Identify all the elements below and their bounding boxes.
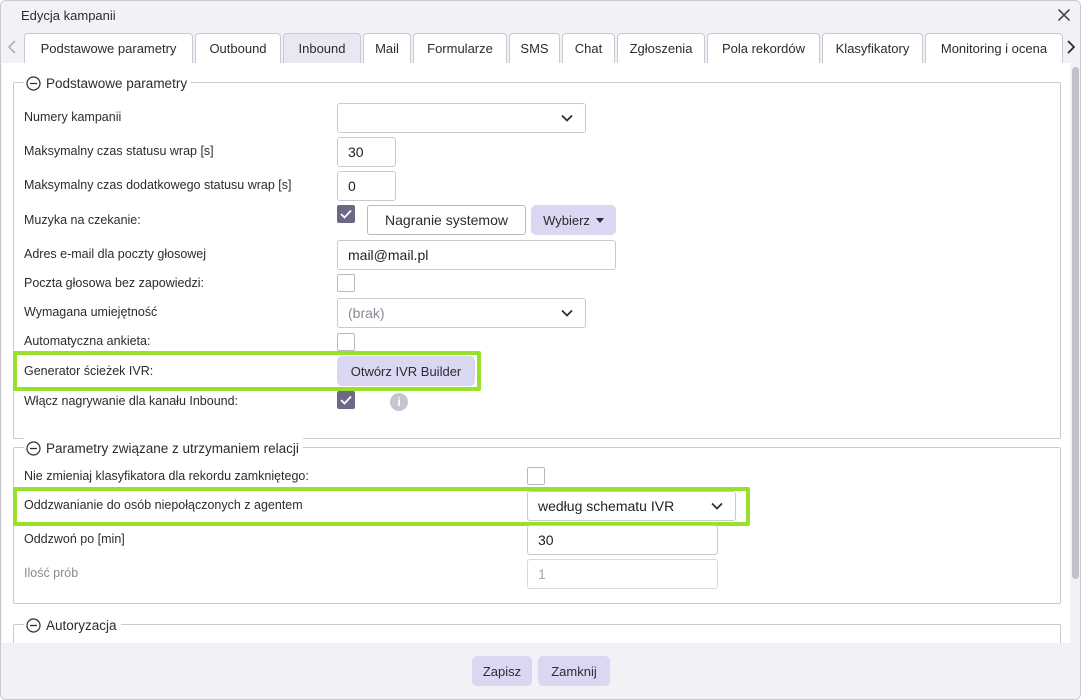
section-relations-title: Parametry związane z utrzymaniem relacji (46, 440, 299, 456)
wybierz-button[interactable]: Wybierz (531, 205, 616, 235)
section-relations-legend: Parametry związane z utrzymaniem relacji (24, 438, 303, 458)
oddzwon-input[interactable]: 30 (527, 525, 718, 555)
oddzwanianie-select[interactable]: według schematu IVR (527, 491, 736, 521)
chevron-down-icon (711, 502, 723, 510)
section-authorization: Autoryzacja (13, 615, 1061, 643)
section-basic-legend: Podstawowe parametry (24, 73, 192, 93)
poczta-checkbox[interactable] (337, 274, 355, 292)
ivr-generator-label: Generator ścieżek IVR: (24, 364, 154, 378)
scrollbar-thumb[interactable] (1072, 67, 1079, 579)
wrap-extra-time-label: Maksymalny czas dodatkowego statusu wrap… (24, 178, 292, 192)
numery-kampanii-label: Numery kampanii (24, 110, 122, 124)
dialog-titlebar: Edycja kampanii (1, 1, 1080, 31)
ankieta-label: Automatyczna ankieta: (24, 334, 151, 348)
oddzwanianie-label: Oddzwanianie do osób niepołączonych z ag… (24, 498, 303, 512)
tab-klasyfikatory[interactable]: Klasyfikatory (822, 33, 923, 63)
klasyfikator-checkbox[interactable] (527, 467, 545, 485)
campaign-edit-dialog: Edycja kampanii Podstawowe parametry Out… (0, 0, 1081, 700)
umiejetnosc-select[interactable]: (brak) (337, 298, 586, 328)
info-icon[interactable]: i (390, 393, 408, 411)
checkmark-icon (340, 395, 352, 405)
collapse-icon[interactable] (26, 617, 41, 633)
content-scrollbar[interactable] (1070, 63, 1080, 643)
ankieta-checkbox[interactable] (337, 333, 355, 351)
proby-label: Ilość prób (24, 566, 79, 580)
tab-chat[interactable]: Chat (562, 33, 615, 63)
close-icon[interactable] (1056, 7, 1072, 23)
umiejetnosc-label: Wymagana umiejętność (24, 305, 158, 319)
dialog-footer: Zapisz Zamknij (1, 643, 1080, 699)
numery-kampanii-select[interactable] (337, 103, 586, 133)
tab-bar: Podstawowe parametry Outbound Inbound Ma… (1, 31, 1080, 63)
open-ivr-builder-button[interactable]: Otwórz IVR Builder (337, 356, 475, 386)
proby-input: 1 (527, 559, 718, 589)
tab-pola-rekordow[interactable]: Pola rekordów (707, 33, 820, 63)
section-auth-title: Autoryzacja (46, 617, 117, 633)
tab-scroll-right-icon[interactable] (1064, 33, 1078, 61)
caret-down-icon (595, 217, 604, 223)
collapse-icon[interactable] (26, 75, 41, 91)
tab-scroll-left-icon[interactable] (5, 33, 19, 61)
email-input[interactable]: mail@mail.pl (337, 240, 616, 270)
section-basic-title: Podstawowe parametry (46, 75, 188, 91)
muzyka-recording-field[interactable]: Nagranie systemow (367, 205, 526, 235)
save-button[interactable]: Zapisz (472, 656, 532, 686)
wrap-time-label: Maksymalny czas statusu wrap [s] (24, 144, 214, 158)
collapse-icon[interactable] (26, 440, 41, 456)
tab-formularze[interactable]: Formularze (413, 33, 507, 63)
muzyka-label: Muzyka na czekanie: (24, 213, 141, 227)
poczta-label: Poczta głosowa bez zapowiedzi: (24, 276, 204, 290)
checkmark-icon (340, 209, 352, 219)
nagrywanie-checkbox[interactable] (337, 391, 355, 409)
tab-inbound[interactable]: Inbound (283, 33, 361, 63)
tab-zgloszenia[interactable]: Zgłoszenia (617, 33, 705, 63)
wrap-extra-time-input[interactable]: 0 (337, 171, 396, 201)
tab-monitoring-i-ocena[interactable]: Monitoring i ocena (925, 33, 1063, 63)
tab-content: Podstawowe parametry Numery kampanii Mak… (2, 63, 1070, 643)
close-button[interactable]: Zamknij (538, 656, 610, 686)
tab-podstawowe-parametry[interactable]: Podstawowe parametry (24, 33, 193, 63)
nagrywanie-label: Włącz nagrywanie dla kanału Inbound: (24, 394, 239, 408)
tab-mail[interactable]: Mail (363, 33, 411, 63)
chevron-down-icon (561, 309, 573, 317)
tab-sms[interactable]: SMS (509, 33, 560, 63)
klasyfikator-label: Nie zmieniaj klasyfikatora dla rekordu z… (24, 469, 309, 483)
muzyka-checkbox[interactable] (337, 205, 355, 223)
oddzwon-label: Oddzwoń po [min] (24, 532, 125, 546)
chevron-down-icon (561, 114, 573, 122)
section-auth-legend: Autoryzacja (24, 615, 121, 635)
tab-outbound[interactable]: Outbound (195, 33, 281, 63)
dialog-title: Edycja kampanii (21, 8, 116, 23)
wrap-time-input[interactable]: 30 (337, 137, 396, 167)
email-label: Adres e-mail dla poczty głosowej (24, 247, 207, 261)
